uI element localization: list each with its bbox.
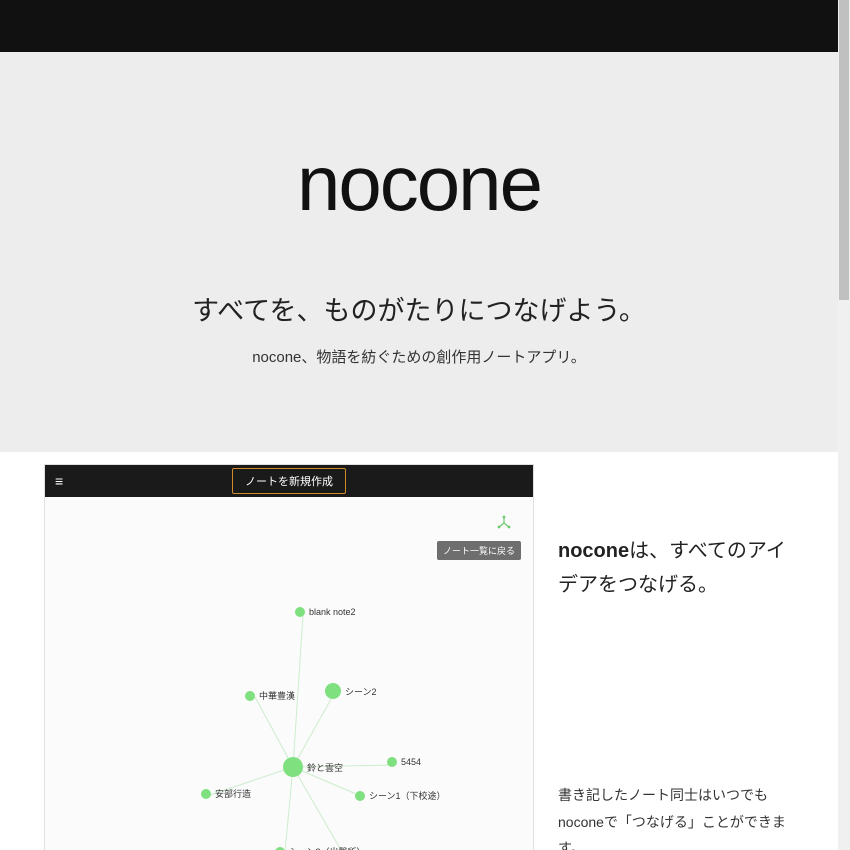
hero-section: nocone すべてを、ものがたりにつなげよう。 nocone、物語を紡ぐための…	[0, 52, 838, 452]
node-dot-icon	[355, 791, 365, 801]
graph-node[interactable]: シーン1（下校途）	[355, 789, 446, 802]
graph-canvas[interactable]: ノート一覧に戻る blank note2 中華豊漢 シーン2 鈴と雲空	[45, 497, 533, 850]
section-title-bold: nocone	[558, 540, 629, 562]
node-dot-icon	[283, 757, 303, 777]
hero-subheadline: nocone、物語を紡ぐための創作用ノートアプリ。	[252, 346, 586, 367]
node-label: blank note2	[309, 607, 356, 617]
node-label: 中華豊漢	[259, 689, 295, 702]
node-label: シーン1（下校途）	[369, 789, 446, 802]
section-body: 書き記したノート同士はいつでもnoconeで「つなげる」ことができます。 どんな…	[558, 782, 794, 850]
section-title: noconeは、すべてのアイデアをつなげる。	[558, 534, 794, 602]
node-dot-icon	[245, 691, 255, 701]
network-icon[interactable]	[497, 515, 511, 532]
app-toolbar: ≡ ノートを新規作成	[45, 465, 533, 497]
node-dot-icon	[295, 607, 305, 617]
node-dot-icon	[325, 683, 341, 699]
app-screenshot: ≡ ノートを新規作成 ノート一覧に戻る	[44, 464, 534, 850]
graph-node[interactable]: 鈴と雲空	[283, 757, 343, 777]
graph-node[interactable]: 安部行造	[201, 787, 251, 800]
back-to-list-tooltip: ノート一覧に戻る	[437, 541, 521, 560]
node-dot-icon	[275, 847, 285, 850]
body-paragraph: 書き記したノート同士はいつでもnoconeで「つなげる」ことができます。	[558, 782, 794, 850]
node-label: 安部行造	[215, 787, 251, 800]
node-label: シーン2	[345, 685, 377, 698]
node-dot-icon	[201, 789, 211, 799]
top-header-bar	[0, 0, 838, 52]
hamburger-icon[interactable]: ≡	[45, 474, 63, 488]
hero-headline: すべてを、ものがたりにつなげよう。	[192, 289, 646, 328]
graph-node[interactable]: blank note2	[295, 607, 356, 617]
new-note-button[interactable]: ノートを新規作成	[232, 468, 346, 494]
node-dot-icon	[387, 757, 397, 767]
graph-node[interactable]: 中華豊漢	[245, 689, 295, 702]
content-row: ≡ ノートを新規作成 ノート一覧に戻る	[0, 452, 838, 850]
node-label: 鈴と雲空	[307, 761, 343, 774]
node-label: 5454	[401, 757, 421, 767]
vertical-scrollbar[interactable]	[838, 0, 850, 850]
scroll-thumb[interactable]	[839, 0, 849, 300]
graph-node[interactable]: 5454	[387, 757, 421, 767]
side-column: noconeは、すべてのアイデアをつなげる。 書き記したノート同士はいつでもno…	[558, 464, 794, 850]
graph-node[interactable]: シーン2	[325, 683, 377, 699]
brand-title: nocone	[297, 138, 541, 229]
